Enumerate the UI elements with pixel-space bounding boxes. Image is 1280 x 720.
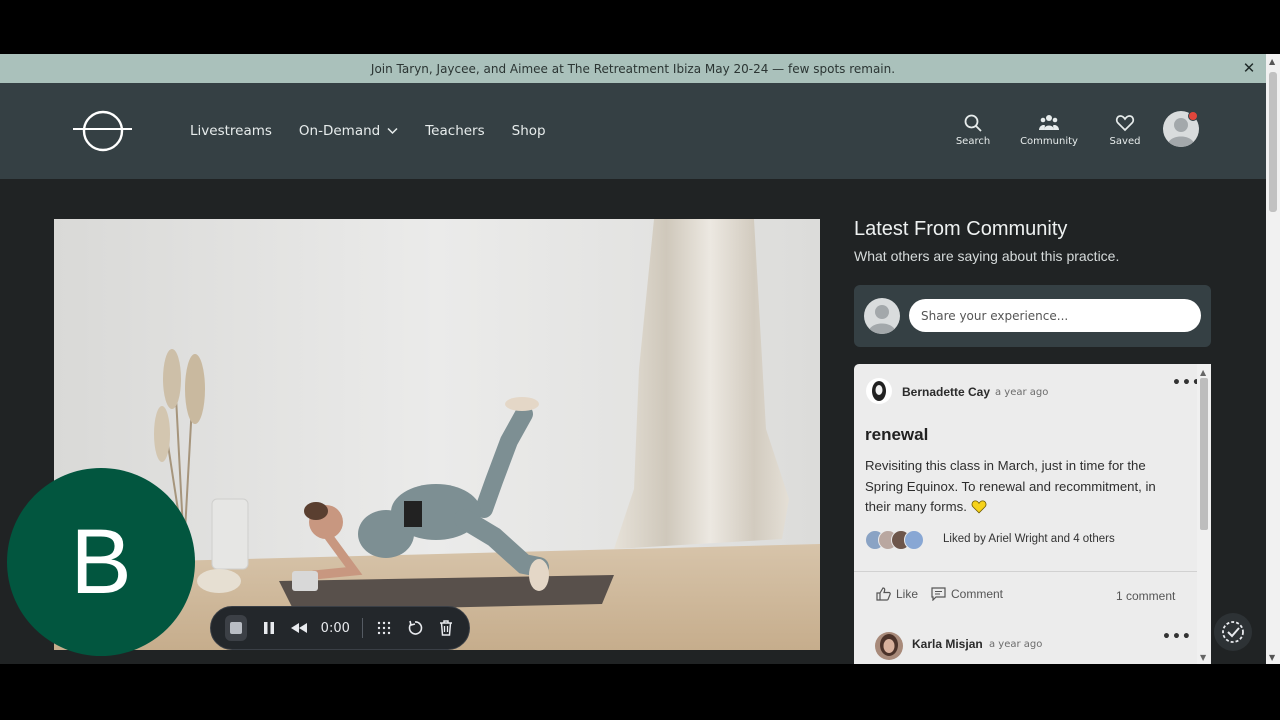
like-button[interactable]: Like bbox=[876, 587, 918, 601]
more-options-icon[interactable]: ••• bbox=[1172, 375, 1197, 391]
webcam-avatar-badge: B bbox=[7, 468, 195, 656]
recorder-toolbar: 0:00 bbox=[210, 606, 470, 650]
floating-action-button[interactable] bbox=[1214, 613, 1252, 651]
reply-author-avatar[interactable] bbox=[875, 632, 903, 660]
stop-icon bbox=[230, 622, 243, 634]
nav-shop[interactable]: Shop bbox=[512, 123, 546, 139]
site-header: Livestreams On-Demand Teachers Shop Sear… bbox=[0, 83, 1266, 179]
pause-button[interactable] bbox=[259, 617, 278, 639]
heart-icon bbox=[1115, 115, 1135, 132]
trash-icon bbox=[439, 620, 452, 636]
pause-icon bbox=[263, 622, 274, 634]
reply-more-options-icon[interactable]: ••• bbox=[1162, 629, 1192, 645]
reply-timestamp: a year ago bbox=[989, 639, 1043, 650]
post-title: renewal bbox=[865, 425, 929, 444]
reply-author-name[interactable]: Karla Misjan bbox=[912, 637, 983, 651]
post-author-avatar[interactable] bbox=[866, 378, 892, 404]
like-label: Like bbox=[896, 587, 919, 601]
liked-by-text[interactable]: Liked by Ariel Wright and 4 others bbox=[943, 533, 1115, 545]
page-scrollbar[interactable]: ▲ ▼ bbox=[1266, 54, 1280, 664]
community-title: Latest From Community bbox=[854, 218, 1068, 240]
rewind-icon bbox=[291, 623, 308, 633]
saved-button[interactable]: Saved bbox=[1097, 113, 1153, 147]
author-portrait bbox=[872, 381, 886, 401]
liker-avatars[interactable] bbox=[865, 530, 924, 550]
user-icon bbox=[868, 305, 896, 334]
scrollbar-thumb[interactable] bbox=[1200, 378, 1208, 530]
search-button[interactable]: Search bbox=[945, 113, 1001, 147]
liker-avatar bbox=[904, 530, 924, 550]
card-scrollbar[interactable]: ▲ ▼ bbox=[1197, 364, 1211, 664]
nav-livestreams-label: Livestreams bbox=[190, 123, 272, 139]
toolbar-divider bbox=[361, 618, 363, 638]
community-subtitle: What others are saying about this practi… bbox=[854, 248, 1120, 264]
page-scrollbar-thumb[interactable] bbox=[1269, 72, 1277, 212]
restart-icon bbox=[408, 620, 423, 635]
post-timestamp: a year ago bbox=[995, 387, 1049, 398]
share-experience-box bbox=[854, 285, 1211, 347]
nav-livestreams[interactable]: Livestreams bbox=[190, 123, 272, 139]
close-icon[interactable]: ✕ bbox=[1240, 59, 1258, 77]
comment-count[interactable]: 1 comment bbox=[1116, 589, 1175, 603]
scroll-up-arrow[interactable]: ▲ bbox=[1200, 368, 1206, 377]
community-post-card: Bernadette Cay a year ago ••• renewal Re… bbox=[854, 364, 1197, 664]
browser-viewport: Join Taryn, Jaycee, and Aimee at The Ret… bbox=[0, 54, 1280, 664]
post-author-name[interactable]: Bernadette Cay bbox=[902, 385, 990, 399]
post-body: Revisiting this class in March, just in … bbox=[865, 456, 1185, 518]
card-divider bbox=[854, 571, 1197, 572]
nav-on-demand[interactable]: On-Demand bbox=[299, 123, 398, 139]
comment-icon bbox=[931, 587, 946, 601]
community-label: Community bbox=[1020, 136, 1078, 147]
post-body-text: Revisiting this class in March, just in … bbox=[865, 458, 1156, 514]
stop-button[interactable] bbox=[225, 615, 248, 641]
community-icon bbox=[1039, 115, 1059, 130]
notification-dot bbox=[1188, 111, 1198, 121]
grid-icon bbox=[377, 621, 391, 635]
thumbs-up-icon bbox=[876, 587, 891, 601]
nav-on-demand-label: On-Demand bbox=[298, 123, 381, 139]
search-label: Search bbox=[955, 136, 991, 147]
grid-button[interactable] bbox=[375, 617, 394, 639]
comment-label: Comment bbox=[951, 587, 1004, 601]
announcement-bar: Join Taryn, Jaycee, and Aimee at The Ret… bbox=[0, 54, 1266, 83]
recording-time: 0:00 bbox=[320, 620, 350, 636]
page-scroll-up-arrow[interactable]: ▲ bbox=[1269, 57, 1275, 66]
saved-label: Saved bbox=[1109, 136, 1141, 147]
nav-shop-label: Shop bbox=[511, 123, 546, 139]
restart-button[interactable] bbox=[405, 617, 424, 639]
share-avatar bbox=[864, 298, 900, 334]
rewind-button[interactable] bbox=[290, 617, 309, 639]
reply-author-portrait bbox=[880, 634, 898, 656]
community-button[interactable]: Community bbox=[1020, 113, 1078, 147]
nav-teachers[interactable]: Teachers bbox=[425, 123, 484, 139]
header-actions: Search Community Saved bbox=[945, 113, 1153, 147]
nav-teachers-label: Teachers bbox=[425, 123, 485, 139]
yellow-heart-icon bbox=[971, 500, 986, 514]
share-experience-input[interactable] bbox=[909, 299, 1201, 332]
announcement-text[interactable]: Join Taryn, Jaycee, and Aimee at The Ret… bbox=[371, 62, 895, 76]
logo[interactable] bbox=[72, 109, 132, 153]
comment-button[interactable]: Comment bbox=[931, 587, 1003, 601]
delete-button[interactable] bbox=[436, 617, 455, 639]
scroll-down-arrow[interactable]: ▼ bbox=[1200, 653, 1206, 662]
screen: Join Taryn, Jaycee, and Aimee at The Ret… bbox=[0, 0, 1280, 720]
badge-check-icon bbox=[1222, 621, 1244, 643]
chevron-down-icon bbox=[387, 127, 398, 135]
main-nav: Livestreams On-Demand Teachers Shop bbox=[190, 83, 546, 179]
search-icon bbox=[964, 114, 982, 132]
page-scroll-down-arrow[interactable]: ▼ bbox=[1269, 653, 1275, 662]
